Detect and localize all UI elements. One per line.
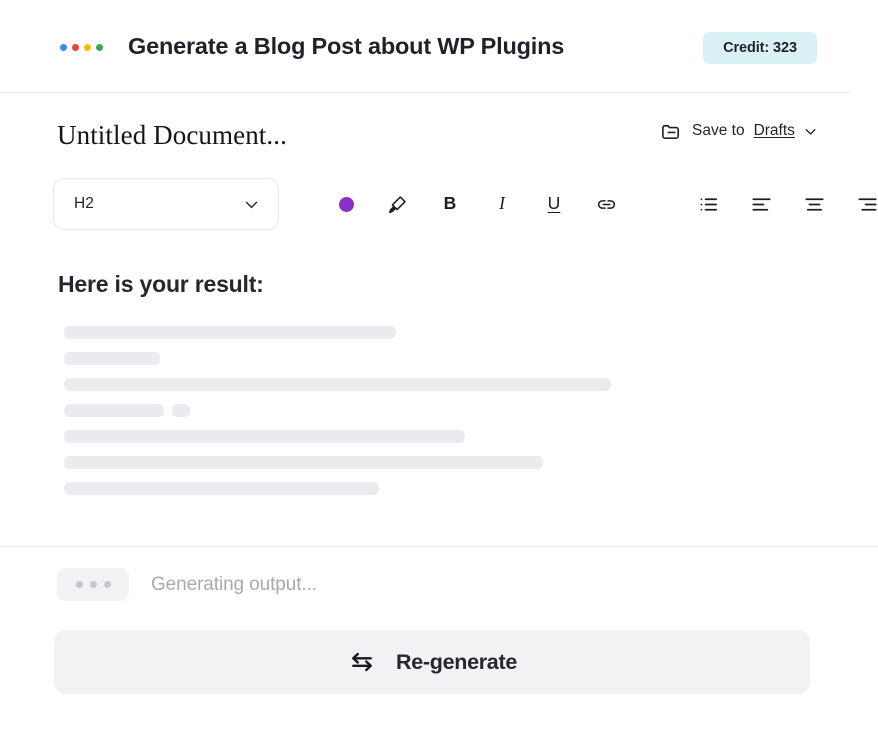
- typing-dot: [76, 581, 83, 588]
- skeleton-bar: [64, 378, 611, 391]
- link-button[interactable]: [580, 178, 632, 230]
- swap-arrows-icon: [347, 647, 377, 677]
- text-color-button[interactable]: [320, 178, 372, 230]
- result-heading: Here is your result:: [58, 271, 264, 298]
- generation-status-text: Generating output...: [151, 574, 317, 596]
- skeleton-bar: [64, 326, 396, 339]
- skeleton-bar: [64, 482, 379, 495]
- align-center-button[interactable]: [788, 178, 840, 230]
- italic-icon: I: [499, 195, 505, 213]
- align-left-button[interactable]: [735, 178, 787, 230]
- regenerate-button[interactable]: Re-generate: [54, 630, 810, 694]
- chevron-down-icon[interactable]: [803, 124, 818, 139]
- skeleton-bar: [64, 456, 543, 469]
- typing-dot: [104, 581, 111, 588]
- chevron-down-icon: [243, 196, 260, 213]
- skeleton-bar: [64, 352, 160, 365]
- color-dot-icon: [339, 197, 354, 212]
- skeleton-row: [64, 404, 611, 417]
- typing-dot: [90, 581, 97, 588]
- logo-dot-yellow: [84, 44, 91, 51]
- highlighter-icon: [387, 193, 409, 215]
- logo-dot-red: [72, 44, 79, 51]
- skeleton-row: [64, 482, 611, 495]
- skeleton-row: [64, 456, 611, 469]
- block-format-select[interactable]: H2: [53, 178, 279, 230]
- editor-toolbar: H2 B: [0, 178, 851, 232]
- skeleton-bar: [64, 430, 465, 443]
- toolbar-button-group: B I U: [320, 178, 878, 230]
- underline-icon: U: [548, 195, 561, 213]
- logo-dot-green: [96, 44, 103, 51]
- bullet-list-icon: [697, 193, 720, 216]
- app-header: Generate a Blog Post about WP Plugins Cr…: [0, 0, 851, 93]
- bullet-list-button[interactable]: [682, 178, 734, 230]
- bold-icon: B: [444, 195, 457, 213]
- align-right-button[interactable]: [841, 178, 878, 230]
- save-target-label[interactable]: Drafts: [754, 122, 795, 140]
- save-to-control[interactable]: Save to Drafts: [660, 118, 818, 144]
- result-skeleton-placeholder: [64, 326, 611, 495]
- app-root: Generate a Blog Post about WP Plugins Cr…: [0, 0, 878, 748]
- align-right-icon: [856, 193, 878, 216]
- italic-button[interactable]: I: [476, 178, 528, 230]
- bold-button[interactable]: B: [424, 178, 476, 230]
- credit-badge-label: Credit: 323: [723, 40, 797, 56]
- skeleton-row: [64, 326, 611, 339]
- link-icon: [595, 193, 618, 216]
- skeleton-bar: [64, 404, 164, 417]
- brand-dots-logo: [60, 44, 103, 51]
- credit-badge: Credit: 323: [703, 32, 817, 64]
- page-title: Generate a Blog Post about WP Plugins: [128, 33, 564, 60]
- skeleton-bar: [172, 404, 190, 417]
- save-to-label: Save to: [692, 122, 745, 140]
- typing-dots-icon: [57, 568, 129, 601]
- bottom-divider: [0, 546, 878, 547]
- document-title[interactable]: Untitled Document...: [57, 120, 287, 151]
- align-center-icon: [803, 193, 826, 216]
- block-format-value: H2: [74, 195, 94, 213]
- generation-status-row: Generating output...: [57, 568, 317, 601]
- skeleton-row: [64, 378, 611, 391]
- folder-minus-icon: [660, 120, 683, 143]
- logo-dot-blue: [60, 44, 67, 51]
- regenerate-label: Re-generate: [396, 650, 517, 675]
- underline-button[interactable]: U: [528, 178, 580, 230]
- skeleton-row: [64, 430, 611, 443]
- skeleton-row: [64, 352, 611, 365]
- align-left-icon: [750, 193, 773, 216]
- highlight-button[interactable]: [372, 178, 424, 230]
